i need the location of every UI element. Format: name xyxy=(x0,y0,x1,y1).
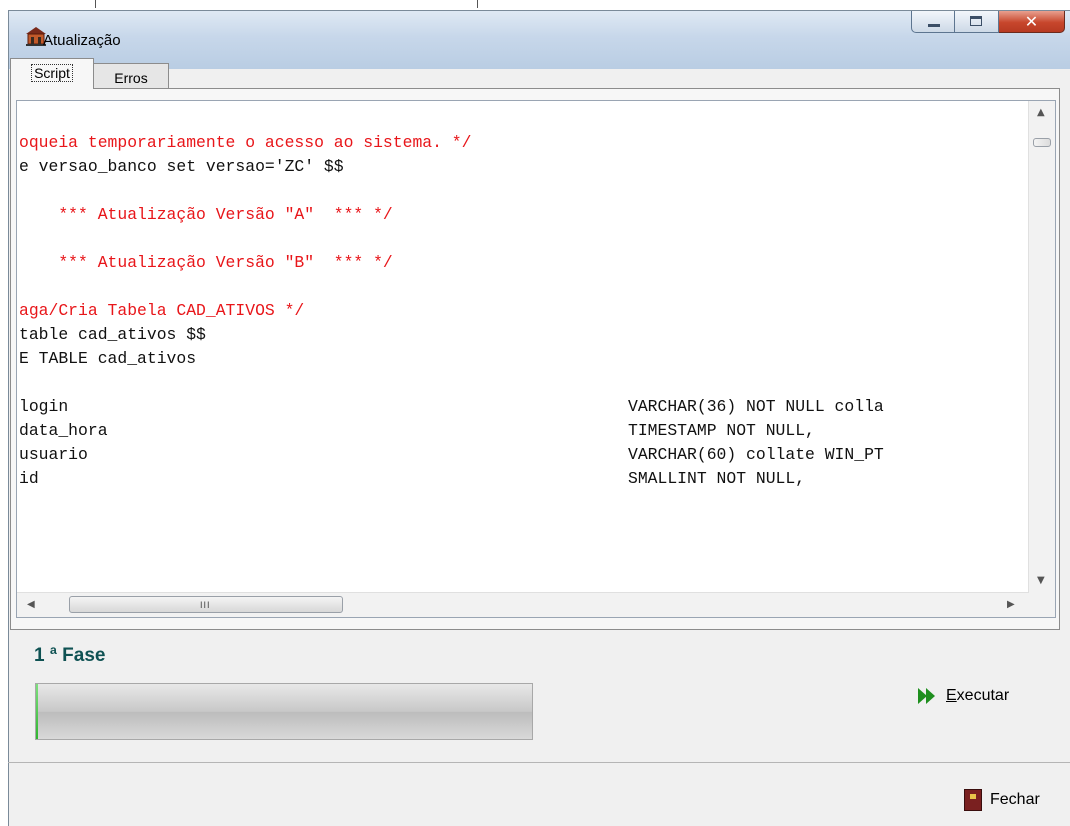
close-label: Fechar xyxy=(990,791,1040,808)
script-line: *** Atualização Versão "A" *** */ xyxy=(19,205,393,224)
title-bar[interactable]: Atualização ✕ xyxy=(9,11,1070,69)
scroll-left-icon[interactable]: ◀ xyxy=(27,599,35,610)
door-icon xyxy=(964,789,982,811)
maximize-icon xyxy=(970,16,982,26)
execute-button[interactable]: Executar xyxy=(918,687,1009,705)
minimize-button[interactable] xyxy=(911,11,955,33)
vertical-scroll-thumb[interactable] xyxy=(1033,138,1051,147)
horizontal-scrollbar[interactable]: ◀ III ▶ xyxy=(17,592,1029,617)
script-line: e versao_banco set versao='ZC' $$ xyxy=(19,157,344,176)
horizontal-scroll-thumb[interactable]: III xyxy=(69,596,343,613)
progress-bar xyxy=(35,683,533,740)
tab-erros[interactable]: Erros xyxy=(93,63,169,89)
script-memo[interactable]: oqueia temporariamente o acesso ao siste… xyxy=(16,100,1056,618)
fast-forward-icon xyxy=(918,687,938,705)
scroll-down-icon[interactable]: ▼ xyxy=(1037,575,1045,586)
script-line: aga/Cria Tabela CAD_ATIVOS */ xyxy=(19,301,305,320)
script-line: table cad_ativos $$ xyxy=(19,325,206,344)
scroll-right-icon[interactable]: ▶ xyxy=(1007,599,1015,610)
phase-label: 1 ª Fase xyxy=(34,645,106,666)
minimize-icon xyxy=(928,24,940,27)
execute-label: Executar xyxy=(946,687,1010,704)
script-line: usuario VARCHAR(60) collate WIN_PT xyxy=(19,445,884,464)
script-line: data_hora TIMESTAMP NOT NULL, xyxy=(19,421,815,440)
resize-corner xyxy=(1029,593,1055,617)
scroll-up-icon[interactable]: ▲ xyxy=(1037,107,1045,118)
background-mark xyxy=(477,0,478,8)
script-text[interactable]: oqueia temporariamente o acesso ao siste… xyxy=(19,131,1029,594)
script-line xyxy=(19,371,1029,395)
background-mark xyxy=(95,0,96,8)
maximize-button[interactable] xyxy=(955,11,999,33)
script-line xyxy=(19,227,1029,251)
vertical-scrollbar[interactable]: ▲ ▼ xyxy=(1028,101,1055,594)
tab-erros-label: Erros xyxy=(114,70,148,86)
close-window-button[interactable]: ✕ xyxy=(999,11,1065,33)
progress-fill xyxy=(36,684,38,739)
grip-icon: III xyxy=(200,600,211,610)
tab-script[interactable]: Script xyxy=(10,58,94,89)
close-button[interactable]: Fechar xyxy=(964,789,1040,811)
window-controls: ✕ xyxy=(911,11,1065,33)
tab-script-label: Script xyxy=(31,64,73,82)
script-line: oqueia temporariamente o acesso ao siste… xyxy=(19,133,472,152)
script-line: login VARCHAR(36) NOT NULL colla xyxy=(19,397,884,416)
script-line: *** Atualização Versão "B" *** */ xyxy=(19,253,393,272)
script-line xyxy=(19,275,1029,299)
script-line: id SMALLINT NOT NULL, xyxy=(19,469,806,488)
close-icon: ✕ xyxy=(1024,12,1039,31)
script-line: E TABLE cad_ativos xyxy=(19,349,197,368)
script-line xyxy=(19,179,1029,203)
separator xyxy=(8,762,1070,763)
window-title: Atualização xyxy=(43,32,121,49)
